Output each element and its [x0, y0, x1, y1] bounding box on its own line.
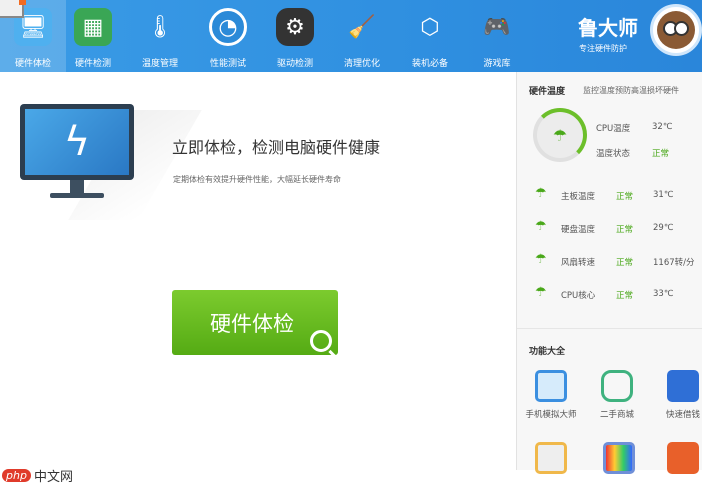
nav-label: 硬件检测 [74, 59, 111, 69]
nav-label: 游戏库 [483, 59, 511, 69]
main-subtext: 定期体检有效提升硬件性能，大幅延长硬件寿命 [173, 175, 341, 184]
badge-star-icon [667, 442, 699, 474]
divider [517, 328, 702, 329]
nav-temperature[interactable]: 🌡 温度管理 [127, 0, 193, 72]
tool-item[interactable] [667, 442, 699, 480]
row-value: 33℃ [653, 289, 674, 299]
mascot-avatar[interactable] [650, 4, 702, 56]
magnifier-icon [310, 330, 332, 352]
features-title: 功能大全 [529, 347, 566, 357]
row-value: 29℃ [653, 223, 674, 233]
brand-tagline: 专注硬件防护 [579, 44, 627, 53]
nav-hardware-detect[interactable]: ▦ 硬件检测 [60, 0, 126, 72]
status-label: 温度状态 [596, 149, 631, 159]
tool-quick-loan[interactable]: 快速借钱 [653, 370, 702, 420]
brand-name: 鲁大师 [578, 16, 638, 40]
watermark-badge: php [2, 469, 31, 482]
nav-label: 温度管理 [141, 59, 178, 69]
hardware-checkup-button[interactable]: 硬件体检 [172, 290, 338, 355]
speedometer-icon: ◔ [209, 8, 247, 46]
tool-item[interactable] [603, 442, 635, 480]
row-status: 正常 [616, 291, 634, 301]
row-name: CPU核心 [561, 291, 596, 301]
box-icon: ⬡ [420, 14, 440, 40]
nav-label: 性能测试 [209, 59, 246, 69]
nav-label: 驱动检测 [276, 59, 313, 69]
tool-item[interactable] [535, 442, 567, 480]
row-name: 主板温度 [561, 192, 596, 202]
nav-essentials[interactable]: ⬡ 装机必备 [397, 0, 463, 72]
cpu-temp-value: 32℃ [652, 122, 673, 132]
row-status: 正常 [616, 192, 634, 202]
thermometer-icon: 🌡 [146, 14, 174, 40]
hexagon-box-icon [601, 370, 633, 402]
nav-driver[interactable]: ⚙ 驱动检测 [262, 0, 328, 72]
temperature-gauge: ☂ [533, 108, 587, 162]
nav-cleanup[interactable]: 🧹 清理优化 [329, 0, 395, 72]
main-heading: 立即体检，检测电脑硬件健康 [172, 138, 381, 157]
nav-games[interactable]: 🎮 游戏库 [464, 0, 530, 72]
right-panel: 硬件温度 监控温度预防高温损坏硬件 ☂ CPU温度 32℃ 温度状态 正常 ☂ … [516, 72, 702, 474]
gamepad-icon: 🎮 [483, 14, 511, 40]
umbrella-icon: ☂ [535, 219, 547, 234]
photo-icon [603, 442, 635, 474]
umbrella-icon: ☂ [535, 186, 547, 201]
window-corner-icon [0, 0, 26, 18]
row-value: 31℃ [653, 190, 674, 200]
graphics-card-icon: ▦ [74, 8, 112, 46]
row-status: 正常 [616, 225, 634, 235]
tool-label: 快速借钱 [665, 410, 700, 420]
umbrella-icon: ☂ [535, 252, 547, 267]
temp-desc: 监控温度预防高温损坏硬件 [583, 86, 679, 95]
row-status: 正常 [616, 258, 634, 268]
nav-performance[interactable]: ◔ 性能测试 [195, 0, 261, 72]
tool-label: 手机模拟大师 [525, 410, 577, 420]
umbrella-icon: ☂ [552, 125, 568, 145]
search-doc-icon [535, 442, 567, 474]
cpu-temp-label: CPU温度 [596, 124, 631, 134]
nav-label: 装机必备 [411, 59, 448, 69]
broom-icon: 🧹 [348, 14, 376, 40]
monitor-base [50, 193, 104, 198]
tool-phone-emulator[interactable]: 手机模拟大师 [521, 370, 581, 420]
phone-icon [535, 370, 567, 402]
tool-label: 二手商城 [599, 410, 634, 420]
top-bar: 🖥 硬件体检 ▦ 硬件检测 🌡 温度管理 ◔ 性能测试 ⚙ 驱动检测 🧹 清理优化 ⬡ 装机必… [0, 0, 702, 72]
status-value: 正常 [652, 149, 670, 159]
umbrella-icon: ☂ [535, 285, 547, 300]
monitor-stand [70, 180, 84, 194]
temp-title: 硬件温度 [529, 87, 566, 97]
watermark: php 中文网 [2, 466, 73, 485]
row-value: 1167转/分 [653, 258, 695, 268]
row-name: 风扇转速 [561, 258, 596, 268]
nav-label: 硬件体检 [14, 59, 51, 69]
tool-secondhand-mall[interactable]: 二手商城 [587, 370, 647, 420]
monitor-lightning-icon: ϟ [20, 104, 134, 180]
watermark-text: 中文网 [33, 470, 73, 485]
button-label: 硬件体检 [210, 311, 294, 336]
driver-gear-icon: ⚙ [276, 8, 314, 46]
row-name: 硬盘温度 [561, 225, 596, 235]
money-icon [667, 370, 699, 402]
nav-label: 清理优化 [343, 59, 380, 69]
